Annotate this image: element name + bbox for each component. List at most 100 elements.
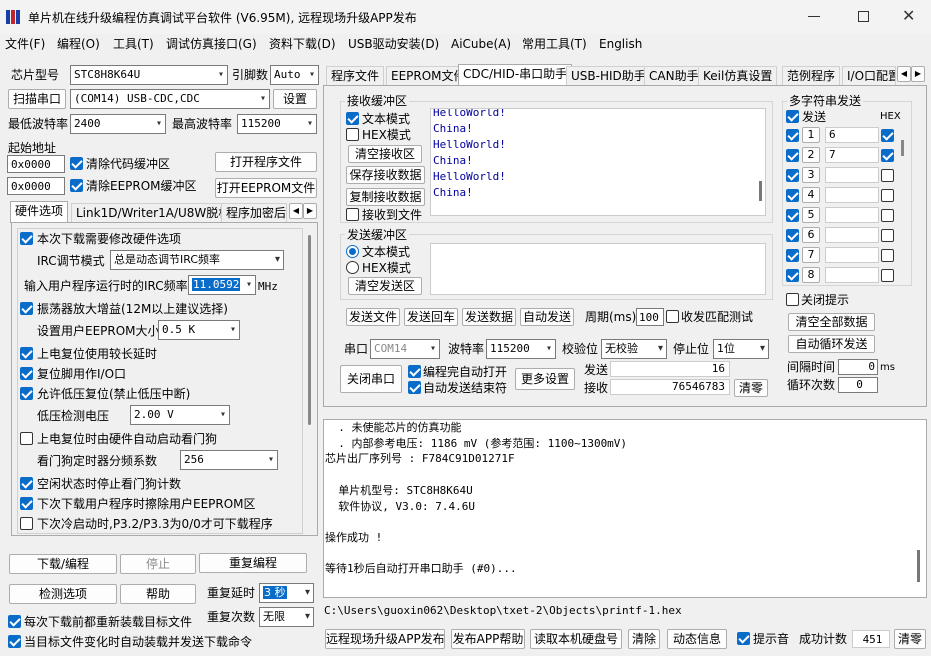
modify-hw-checkbox[interactable] [20, 232, 33, 245]
irc-freq-select[interactable]: 11.0592 ▾ [188, 275, 256, 295]
multi-hex-checkbox[interactable] [881, 229, 894, 242]
auto-send-checkbox[interactable] [8, 635, 21, 648]
settings-button[interactable]: 设置 [273, 89, 317, 109]
tab-link1d[interactable]: Link1D/Writer1A/U8W脱机 [71, 203, 236, 223]
rtab-scroll-right[interactable]: ▶ [911, 66, 925, 82]
cold-boot-checkbox[interactable] [20, 517, 33, 530]
log-area[interactable]: . 未使能芯片的仿真功能 . 内部参考电压: 1186 mV (参考范围: 11… [323, 419, 927, 598]
multi-send-row-button[interactable]: 5 [802, 207, 820, 223]
rtab-scroll-left[interactable]: ◀ [897, 66, 911, 82]
repeat-count-select[interactable]: 无限 ▾ [259, 607, 314, 627]
read-disk-button[interactable]: 读取本机硬盘号 [530, 629, 622, 649]
open-program-button[interactable]: 打开程序文件 [215, 152, 317, 172]
long-reset-checkbox[interactable] [20, 347, 33, 360]
send-textarea[interactable] [430, 243, 766, 295]
multi-hex-checkbox[interactable] [881, 209, 894, 222]
multi-send-input[interactable] [825, 267, 879, 283]
anim-info-button[interactable]: 动态信息 [667, 629, 727, 649]
publish-help-button[interactable]: 发布APP帮助 [451, 629, 525, 649]
multi-send-checkbox[interactable] [786, 169, 799, 182]
tab-keil[interactable]: Keil仿真设置 [698, 66, 778, 86]
multi-send-checkbox[interactable] [786, 189, 799, 202]
clear-success-button[interactable]: 清零 [894, 629, 926, 649]
send-data-button[interactable]: 发送数据 [462, 308, 516, 326]
min-baud-select[interactable]: 2400 ▾ [70, 114, 166, 134]
clear-eeprom-checkbox[interactable] [70, 179, 83, 192]
reprogram-button[interactable]: 重复编程 [199, 553, 307, 573]
multi-send-input[interactable] [825, 207, 879, 223]
clear-code-checkbox[interactable] [70, 157, 83, 170]
send-file-button[interactable]: 发送文件 [346, 308, 400, 326]
close-port-button[interactable]: 关闭串口 [340, 365, 402, 393]
loop-input[interactable]: 0 [838, 377, 878, 393]
tab-can[interactable]: CAN助手 [644, 66, 704, 86]
multi-send-row-button[interactable]: 6 [802, 227, 820, 243]
recv-to-file-checkbox[interactable] [346, 208, 359, 221]
multi-scrollbar[interactable] [901, 140, 904, 156]
close-hint-checkbox[interactable] [786, 293, 799, 306]
tab-encrypt[interactable]: 程序加密后 [221, 203, 287, 223]
clear-send-button[interactable]: 清空发送区 [348, 277, 422, 295]
send-hex-mode-radio[interactable] [346, 261, 359, 274]
multi-send-checkbox[interactable] [786, 209, 799, 222]
multi-send-all-checkbox[interactable] [786, 110, 799, 123]
recv-textarea[interactable]: HelloWorld! China! HelloWorld! China! He… [430, 108, 766, 216]
multi-send-checkbox[interactable] [786, 269, 799, 282]
interval-input[interactable]: 0 [838, 359, 878, 375]
idle-wdt-checkbox[interactable] [20, 477, 33, 490]
minimize-icon[interactable] [808, 16, 820, 17]
start-address-2[interactable]: 0x0000 [7, 177, 65, 195]
baud-combo[interactable]: 115200 ▾ [486, 339, 556, 359]
lv-detect-select[interactable]: 2.00 V ▾ [130, 405, 230, 425]
clear-counts-button[interactable]: 清零 [734, 379, 768, 397]
download-button[interactable]: 下载/编程 [9, 554, 117, 574]
beep-checkbox[interactable] [737, 632, 750, 645]
clear-recv-button[interactable]: 清空接收区 [348, 145, 422, 163]
tab-program-file[interactable]: 程序文件 [326, 66, 385, 86]
multi-send-checkbox[interactable] [786, 229, 799, 242]
multi-hex-checkbox[interactable] [881, 189, 894, 202]
multi-send-input[interactable] [825, 167, 879, 183]
tab-cdc-hid[interactable]: CDC/HID-串口助手 [458, 64, 573, 86]
max-baud-select[interactable]: 115200 ▾ [237, 114, 317, 134]
auto-send-button[interactable]: 自动发送 [520, 308, 574, 326]
start-address-1[interactable]: 0x0000 [7, 155, 65, 173]
menu-aicube[interactable]: AiCube(A) [451, 37, 511, 51]
multi-send-checkbox[interactable] [786, 149, 799, 162]
multi-send-row-button[interactable]: 1 [802, 127, 820, 143]
multi-send-input[interactable]: 6 [825, 127, 879, 143]
auto-open-checkbox[interactable] [408, 365, 421, 378]
osc-gain-checkbox[interactable] [20, 302, 33, 315]
copy-recv-button[interactable]: 复制接收数据 [346, 188, 425, 206]
multi-hex-checkbox[interactable] [881, 249, 894, 262]
menu-download[interactable]: 资料下载(D) [269, 37, 336, 51]
chip-model-select[interactable]: STC8H8K64U ▾ [70, 65, 228, 85]
tab-examples[interactable]: 范例程序 [782, 66, 841, 86]
wdt-auto-checkbox[interactable] [20, 432, 33, 445]
hw-scrollbar[interactable] [306, 229, 314, 531]
stopbits-combo[interactable]: 1位 ▾ [713, 339, 769, 359]
recv-text-mode-checkbox[interactable] [346, 112, 359, 125]
open-eeprom-button[interactable]: 打开EEPROM文件 [215, 178, 317, 198]
log-scroll-thumb[interactable] [917, 550, 920, 582]
pin-count-select[interactable]: Auto ▾ [270, 65, 319, 85]
tab-io-config[interactable]: I/O口配置 [842, 66, 896, 86]
multi-hex-checkbox[interactable] [881, 169, 894, 182]
auto-loop-button[interactable]: 自动循环发送 [788, 335, 875, 353]
repeat-delay-select[interactable]: 3 秒 ▾ [259, 583, 314, 603]
multi-send-input[interactable] [825, 247, 879, 263]
port-combo[interactable]: COM14 ▾ [370, 339, 440, 359]
menu-common-tools[interactable]: 常用工具(T) [522, 37, 587, 51]
multi-hex-checkbox[interactable] [881, 149, 894, 162]
multi-send-row-button[interactable]: 3 [802, 167, 820, 183]
scroll-thumb[interactable] [308, 235, 311, 425]
multi-send-input[interactable] [825, 227, 879, 243]
multi-send-input[interactable] [825, 187, 879, 203]
menu-debug[interactable]: 调试仿真接口(G) [166, 37, 257, 51]
lvr-checkbox[interactable] [20, 387, 33, 400]
more-settings-button[interactable]: 更多设置 [515, 368, 575, 390]
menu-usb-driver[interactable]: USB驱动安装(D) [348, 37, 439, 51]
menu-program[interactable]: 编程(O) [57, 37, 100, 51]
menu-english[interactable]: English [599, 37, 642, 51]
help-button[interactable]: 帮助 [120, 584, 196, 604]
